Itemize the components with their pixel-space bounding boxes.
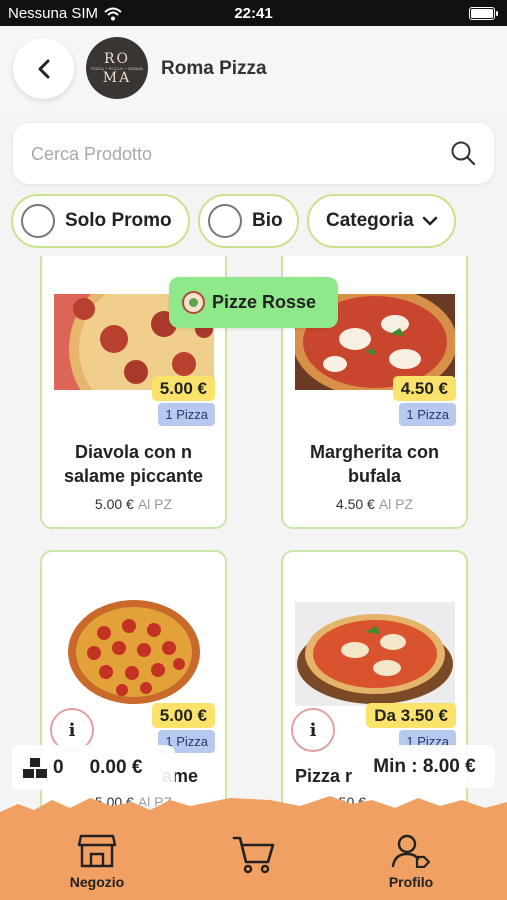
nav-shop-label: Negozio: [69, 874, 125, 890]
info-icon: i: [68, 719, 76, 741]
search-input[interactable]: [31, 140, 431, 168]
status-bar: Nessuna SIM 22:41: [0, 0, 507, 26]
cart-icon: [232, 836, 274, 873]
nav-profile[interactable]: Profilo: [361, 834, 461, 890]
category-section-label: Pizze Rosse: [212, 292, 317, 312]
unit-price: 5.00 € Al PZ: [94, 496, 173, 512]
bio-filter-label: Bio: [252, 210, 283, 231]
profile-icon: [391, 834, 431, 869]
product-grid: 5.00 € 1 Pizza Diavola con n salame picc…: [0, 256, 507, 806]
store-logo: RO PIZZA • POLLO • KEBAB MA: [86, 37, 148, 99]
nav-profile-label: Profilo: [388, 874, 434, 890]
info-icon: i: [309, 719, 317, 741]
cart-item-count: 0: [53, 756, 64, 778]
product-image: [295, 602, 455, 706]
promo-filter-chip[interactable]: Solo Promo: [11, 194, 190, 248]
cart-button[interactable]: [196, 796, 311, 900]
boxes-icon: [23, 757, 47, 778]
battery-icon: [469, 7, 498, 20]
unit-price: 4.50 € Al PZ: [335, 496, 414, 512]
chevron-down-icon: [422, 216, 437, 226]
shop-icon: [77, 834, 117, 868]
category-dropdown[interactable]: Categoria: [307, 194, 456, 248]
store-name: Roma Pizza: [161, 58, 267, 79]
product-name: Margherita con bufala: [309, 442, 440, 486]
min-order-label: Min : 8.00 €: [354, 745, 495, 788]
bio-filter-chip[interactable]: Bio: [198, 194, 299, 248]
header: RO PIZZA • POLLO • KEBAB MA Roma Pizza: [0, 26, 507, 110]
bottom-nav: Negozio Profilo: [0, 790, 507, 900]
search-bar: [13, 123, 494, 184]
promo-checkbox[interactable]: [21, 204, 55, 238]
product-image: [54, 598, 214, 706]
clock: 22:41: [234, 5, 273, 22]
category-section-badge: Pizze Rosse: [169, 277, 338, 328]
cart-summary[interactable]: 0 0.00 €: [12, 745, 175, 790]
cart-total: 0.00 €: [89, 756, 143, 778]
chevron-left-icon: [38, 59, 49, 78]
promo-filter-label: Solo Promo: [65, 210, 172, 231]
bio-checkbox[interactable]: [208, 204, 242, 238]
info-button[interactable]: i: [291, 708, 335, 752]
nav-shop[interactable]: Negozio: [47, 834, 147, 890]
unit-tag: 1 Pizza: [158, 403, 215, 426]
search-icon[interactable]: [450, 140, 476, 166]
price-tag: 5.00 €: [151, 703, 215, 728]
price-tag: Da 3.50 €: [366, 703, 456, 728]
category-dropdown-label: Categoria: [326, 210, 414, 231]
price-tag: 4.50 €: [392, 376, 456, 401]
filter-bar: Solo Promo Bio Categoria: [0, 194, 507, 256]
back-button[interactable]: [13, 38, 74, 99]
pizza-icon: [182, 291, 205, 314]
price-tag: 5.00 €: [151, 376, 215, 401]
unit-tag: 1 Pizza: [399, 403, 456, 426]
product-name: Diavola con n salame piccante: [63, 442, 204, 486]
